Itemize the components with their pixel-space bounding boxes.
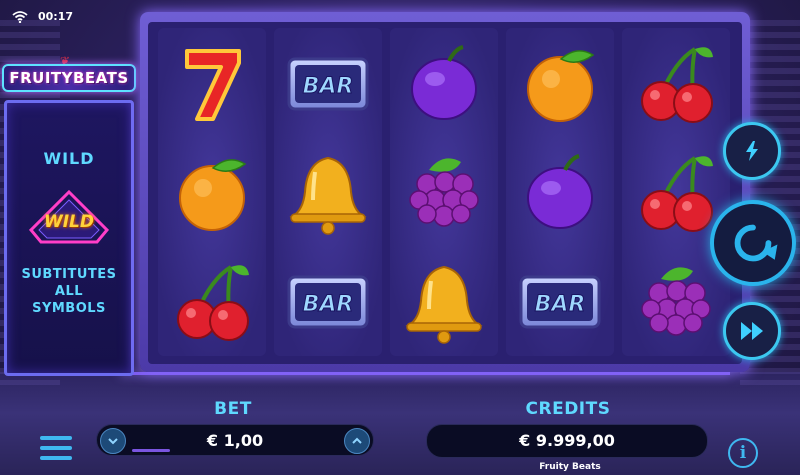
refresh-arrow-icon xyxy=(734,224,778,262)
chevron-down-icon xyxy=(108,438,118,445)
cherry-symbol-icon xyxy=(622,30,730,138)
credits-display: € 9.999,00 xyxy=(426,424,708,458)
bet-level-indicator xyxy=(132,449,170,452)
info-line: ALL xyxy=(54,284,84,299)
chevron-up-icon xyxy=(352,437,362,444)
clock-time: 00:17 xyxy=(38,10,74,23)
bet-decrease-button[interactable] xyxy=(100,428,126,454)
grapes-symbol-icon xyxy=(622,248,730,356)
spin-button[interactable] xyxy=(710,200,796,286)
plum-symbol-icon xyxy=(390,30,498,138)
bet-increase-button[interactable] xyxy=(344,428,370,454)
game-name: Fruity Beats xyxy=(539,462,601,472)
bell-symbol-icon xyxy=(274,139,382,247)
svg-text:BAR: BAR xyxy=(535,292,586,317)
svg-text:BAR: BAR xyxy=(303,74,354,99)
game-logo: ❦ FRUITYBEATS xyxy=(2,54,136,92)
info-panel-title: WILD xyxy=(43,149,95,168)
hamburger-menu-icon xyxy=(40,436,72,440)
seven-symbol-icon xyxy=(158,30,266,138)
bell-symbol-icon xyxy=(390,248,498,356)
info-panel-description: SUBTITUTES ALL SYMBOLS xyxy=(21,266,116,317)
orange-symbol-icon xyxy=(506,30,614,138)
info-line: SYMBOLS xyxy=(32,301,106,316)
bet-label: BET xyxy=(214,399,252,419)
cherry-symbol-icon xyxy=(158,248,266,356)
fast-forward-icon xyxy=(741,322,763,340)
info-line: SUBTITUTES xyxy=(21,267,117,282)
svg-text:BAR: BAR xyxy=(303,292,354,317)
logo-text: FRUITYBEATS xyxy=(2,64,136,92)
autoplay-button[interactable] xyxy=(723,302,781,360)
wifi-icon xyxy=(12,10,28,23)
wild-symbol-badge: WILD xyxy=(23,190,115,246)
bar-symbol-icon: BAR xyxy=(274,30,382,138)
bet-value: € 1,00 xyxy=(206,431,264,450)
hamburger-menu-icon xyxy=(40,446,72,450)
grapes-symbol-icon xyxy=(390,139,498,247)
turbo-button[interactable] xyxy=(723,122,781,180)
menu-button[interactable] xyxy=(40,436,72,466)
orange-symbol-icon xyxy=(158,139,266,247)
wild-info-panel: WILD WILD SUBTITUTES ALL SYMBOLS xyxy=(4,100,134,376)
credits-label: CREDITS xyxy=(525,399,611,419)
status-bar: 00:17 xyxy=(12,10,73,23)
lightning-icon xyxy=(746,141,758,161)
bar-symbol-icon: BAR xyxy=(506,248,614,356)
hamburger-menu-icon xyxy=(40,456,72,460)
reel-base-glow xyxy=(120,372,730,375)
bar-symbol-icon: BAR xyxy=(274,248,382,356)
plum-symbol-icon xyxy=(506,139,614,247)
credits-value: € 9.999,00 xyxy=(519,431,615,450)
wild-badge-text: WILD xyxy=(43,212,95,232)
info-button[interactable]: i xyxy=(728,438,758,468)
